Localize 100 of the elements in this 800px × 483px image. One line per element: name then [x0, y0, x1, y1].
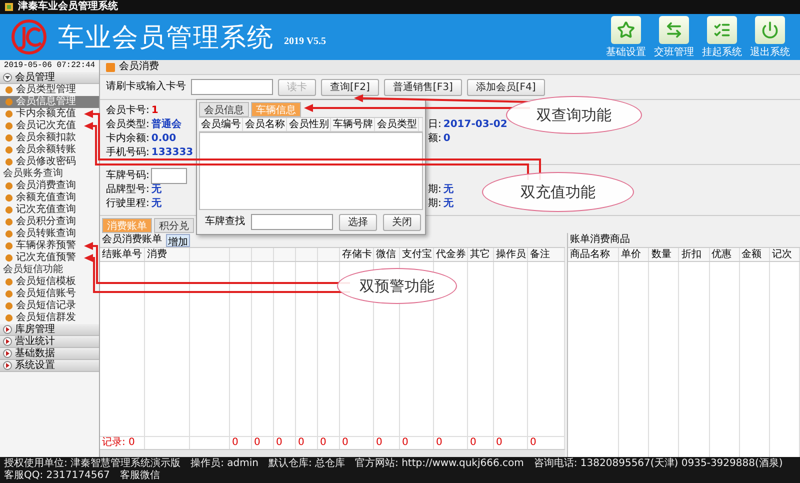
status-text: 客服微信	[120, 470, 160, 482]
tab-icon	[106, 62, 115, 72]
plate-search-label: 车牌查找	[205, 216, 245, 228]
logo-icon	[10, 18, 48, 56]
column-header: 会员编号	[199, 118, 243, 131]
status-text: 咨询电话: 13820895567(天津) 0935-3929888(酒泉)	[534, 458, 783, 470]
sidebar-item[interactable]: 会员短信群发	[0, 312, 99, 324]
power-icon	[761, 20, 779, 38]
bullet-icon	[5, 110, 13, 118]
status-text: 操作员: admin	[190, 458, 258, 470]
sidebar-item[interactable]: 会员转账查询	[0, 228, 99, 240]
column-header: 会员类型	[375, 118, 419, 131]
bullet-icon	[5, 278, 13, 286]
field-label: 期:	[428, 198, 442, 210]
bullet-icon	[5, 194, 13, 202]
bullet-icon	[5, 122, 13, 130]
bullet-icon	[5, 182, 13, 190]
column-header: 数量	[649, 248, 680, 261]
column-header: 支付宝	[400, 248, 434, 261]
bullet-icon	[5, 146, 13, 154]
field-value: 普通会	[151, 119, 182, 131]
field-label: 日:	[428, 119, 442, 131]
sidebar-item[interactable]: 卡内余额充值	[0, 108, 99, 120]
action-button[interactable]: 添加会员[F4]	[466, 78, 545, 96]
field-value: 0.00	[151, 133, 176, 145]
column-header: 车辆号牌	[331, 118, 375, 131]
sidebar-item[interactable]: 会员余额转账	[0, 144, 99, 156]
bullet-icon	[5, 218, 13, 226]
column-header: 消费	[145, 248, 190, 261]
datetime-label: 2019-05-06 07:22:44	[2, 60, 96, 72]
field-label: 会员类型:	[106, 119, 150, 131]
bullet-icon	[5, 314, 13, 322]
status-text: 默认仓库: 总仓库	[268, 458, 346, 470]
sidebar-group[interactable]: 基础数据	[0, 348, 99, 360]
bullet-icon	[5, 230, 13, 238]
dialog-tab[interactable]: 会员信息	[199, 102, 249, 117]
field-label: 期:	[428, 184, 442, 196]
column-header: 会员名称	[243, 118, 287, 131]
sidebar-item[interactable]: 会员短信记录	[0, 300, 99, 312]
column-header: 微信	[374, 248, 400, 261]
sidebar-group[interactable]: 系统设置	[0, 360, 99, 372]
collapse-icon	[3, 73, 12, 82]
field-label: 品牌型号:	[106, 184, 150, 196]
sidebar-item[interactable]: 车辆保养预警	[0, 240, 99, 252]
page-tab[interactable]: 会员消费	[119, 61, 159, 73]
sidebar-item[interactable]: 记次充值预警	[0, 252, 99, 264]
sidebar-group[interactable]: 库房管理	[0, 324, 99, 336]
sidebar-item[interactable]: 会员类型管理	[0, 84, 99, 96]
sidebar-item[interactable]: 会员短信账号	[0, 288, 99, 300]
expand-icon	[3, 337, 12, 346]
field-value: 1	[151, 105, 158, 117]
column-header: 结账单号	[100, 248, 145, 261]
annotation-callout: 双查询功能	[506, 96, 642, 134]
bullet-icon	[5, 98, 13, 106]
sidebar-item[interactable]: 记次充值查询	[0, 204, 99, 216]
star-icon	[617, 20, 635, 38]
column-header: 优惠	[710, 248, 740, 261]
bullet-icon	[5, 242, 13, 250]
bill-tab[interactable]: 积分兑	[154, 218, 194, 233]
field-label: 会员卡号:	[106, 105, 150, 117]
sidebar-item[interactable]: 会员短信模板	[0, 276, 99, 288]
bullet-icon	[5, 134, 13, 142]
column-header: 折扣	[679, 248, 710, 261]
card-number-label: 请刷卡或输入卡号	[106, 81, 186, 93]
field-label: 额:	[428, 133, 442, 145]
dialog-button[interactable]: 关闭	[383, 214, 421, 230]
sidebar-item[interactable]: 会员余额扣款	[0, 132, 99, 144]
column-header: 代金券	[434, 248, 468, 261]
swap-arrows-icon	[665, 20, 683, 38]
field-label: 车牌号码:	[106, 170, 150, 182]
field-value: 2017-03-02	[443, 119, 508, 131]
plate-search-field[interactable]	[251, 214, 333, 230]
products-title: 账单消费商品	[570, 234, 630, 246]
dialog-button[interactable]: 选择	[339, 214, 377, 230]
action-button[interactable]: 普通销售[F3]	[384, 78, 462, 96]
horizontal-scrollbar[interactable]	[100, 449, 565, 457]
sidebar-item[interactable]: 会员记次充值	[0, 120, 99, 132]
sidebar-section-label: 会员短信功能	[2, 264, 64, 276]
app-title: 车业会员管理系统	[58, 22, 274, 54]
add-button[interactable]: 增加	[166, 234, 190, 246]
bullet-icon	[5, 254, 13, 262]
sidebar-item[interactable]: 会员信息管理	[0, 96, 99, 108]
sidebar-item[interactable]: 会员积分查询	[0, 216, 99, 228]
field-value: 0	[443, 133, 450, 145]
window-title: 津秦车业会员管理系统	[18, 0, 118, 14]
card-number-field[interactable]	[191, 79, 273, 95]
version-label: 2019 V5.5	[284, 36, 326, 46]
sidebar-item[interactable]: 会员消费查询	[0, 180, 99, 192]
status-text: 授权使用单位: 津秦智慧管理系统演示版	[4, 458, 181, 470]
action-button[interactable]: 查询[F2]	[321, 78, 379, 96]
sidebar-item[interactable]: 会员修改密码	[0, 156, 99, 168]
column-header: 备注	[528, 248, 565, 261]
sidebar-group[interactable]: 会员管理	[0, 72, 99, 84]
column-header: 商品名称	[568, 248, 620, 261]
sidebar-item[interactable]: 余额充值查询	[0, 192, 99, 204]
sidebar-group[interactable]: 营业统计	[0, 336, 99, 348]
field-value: 无	[443, 198, 454, 210]
field-label: 手机号码:	[106, 147, 150, 159]
plate-number-field[interactable]	[151, 168, 188, 184]
column-header: 其它	[468, 248, 494, 261]
